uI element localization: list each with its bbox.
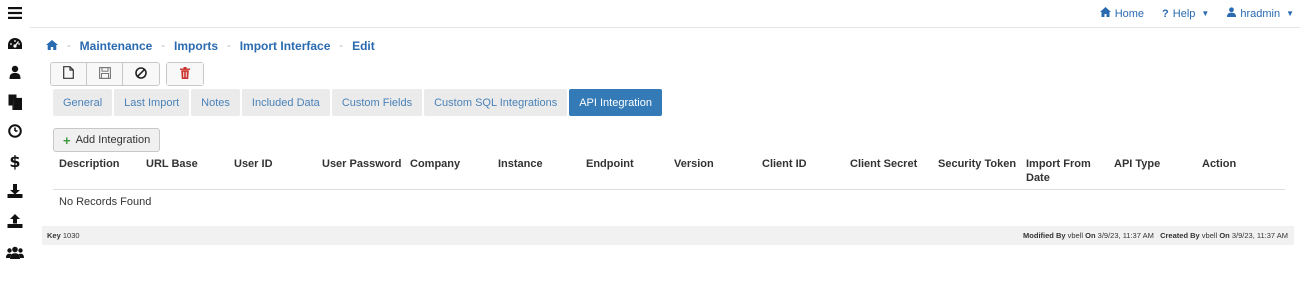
breadcrumb-maintenance[interactable]: Maintenance xyxy=(80,39,153,53)
cancel-icon xyxy=(135,66,147,82)
download-icon[interactable] xyxy=(6,182,24,200)
group-icon[interactable] xyxy=(6,243,24,261)
breadcrumb-edit[interactable]: Edit xyxy=(352,39,375,53)
key-label: Key xyxy=(47,231,61,240)
clock-icon[interactable] xyxy=(6,122,24,140)
sidebar: $ xyxy=(0,0,30,289)
column-header-url-base[interactable]: URL Base xyxy=(146,157,198,171)
home-icon[interactable] xyxy=(46,39,58,53)
dollar-icon[interactable]: $ xyxy=(6,152,24,171)
created-on-label: On xyxy=(1219,231,1230,240)
table-header: Description URL Base User ID User Passwo… xyxy=(53,156,1285,190)
record-key: Key 1030 xyxy=(47,231,80,240)
tab-last-import[interactable]: Last Import xyxy=(114,89,190,116)
user-icon[interactable] xyxy=(6,63,24,81)
column-header-endpoint[interactable]: Endpoint xyxy=(586,157,634,171)
record-toolbar xyxy=(50,62,204,86)
column-header-instance[interactable]: Instance xyxy=(498,157,543,171)
tab-notes[interactable]: Notes xyxy=(191,89,240,116)
save-icon xyxy=(98,66,111,82)
modified-by-label: Modified By xyxy=(1023,231,1066,240)
breadcrumb: - Maintenance - Imports - Import Interfa… xyxy=(46,39,375,53)
home-link-label: Home xyxy=(1114,7,1145,20)
cancel-button[interactable] xyxy=(123,63,159,85)
dashboard-icon[interactable] xyxy=(6,35,24,53)
user-menu-label: hradmin xyxy=(1240,7,1281,20)
column-header-version[interactable]: Version xyxy=(674,157,714,171)
upload-icon[interactable] xyxy=(6,212,24,230)
delete-group xyxy=(166,62,204,86)
tab-bar: General Last Import Notes Included Data … xyxy=(53,89,662,116)
documents-icon[interactable] xyxy=(6,93,24,111)
column-header-client-id[interactable]: Client ID xyxy=(762,157,807,171)
tab-included-data[interactable]: Included Data xyxy=(241,89,330,116)
new-document-icon xyxy=(63,66,74,82)
tab-api-integration[interactable]: API Integration xyxy=(569,89,662,116)
help-menu-label: Help xyxy=(1172,7,1196,20)
record-actions-group xyxy=(50,62,160,86)
add-integration-label: Add Integration xyxy=(75,134,151,146)
modified-on-value: 3/9/23, 11:37 AM xyxy=(1097,231,1154,240)
user-menu[interactable]: hradmin ▼ xyxy=(1227,7,1294,20)
breadcrumb-separator: - xyxy=(339,40,344,52)
breadcrumb-imports[interactable]: Imports xyxy=(174,39,218,53)
column-header-description[interactable]: Description xyxy=(59,157,120,171)
breadcrumb-import-interface[interactable]: Import Interface xyxy=(240,39,331,53)
question-icon: ? xyxy=(1162,7,1169,20)
help-menu[interactable]: ? Help ▼ xyxy=(1162,7,1209,20)
modified-on-label: On xyxy=(1085,231,1096,240)
tab-custom-sql-integrations[interactable]: Custom SQL Integrations xyxy=(424,89,568,116)
empty-table-message: No Records Found xyxy=(59,196,152,208)
column-header-api-type[interactable]: API Type xyxy=(1114,157,1160,171)
column-header-company[interactable]: Company xyxy=(410,157,460,171)
save-button[interactable] xyxy=(87,63,123,85)
chevron-down-icon: ▼ xyxy=(1201,9,1210,18)
home-icon xyxy=(1099,7,1111,20)
chevron-down-icon: ▼ xyxy=(1286,9,1294,18)
column-header-security-token[interactable]: Security Token xyxy=(938,157,1016,171)
modified-user: vbell xyxy=(1067,231,1084,240)
column-header-user-id[interactable]: User ID xyxy=(234,157,273,171)
breadcrumb-separator: - xyxy=(67,40,71,52)
breadcrumb-separator: - xyxy=(227,40,231,52)
hamburger-menu-icon[interactable] xyxy=(6,4,24,22)
column-header-client-secret[interactable]: Client Secret xyxy=(850,157,917,171)
home-link[interactable]: Home xyxy=(1099,7,1145,20)
user-icon xyxy=(1227,7,1237,20)
top-navbar: Home ? Help ▼ hradmin ▼ xyxy=(30,0,1300,28)
tab-general[interactable]: General xyxy=(53,89,113,116)
integrations-table: Description URL Base User ID User Passwo… xyxy=(53,156,1285,208)
created-on-value: 3/9/23, 11:37 AM xyxy=(1231,231,1288,240)
breadcrumb-separator: - xyxy=(161,40,166,52)
column-header-action: Action xyxy=(1202,158,1237,170)
trash-icon xyxy=(180,66,190,82)
top-nav-links: Home ? Help ▼ hradmin ▼ xyxy=(1099,7,1294,20)
key-value: 1030 xyxy=(62,231,80,240)
column-header-import-from-date[interactable]: Import From Date xyxy=(1026,157,1096,185)
created-by-label: Created By xyxy=(1160,231,1200,240)
column-header-user-password[interactable]: User Password xyxy=(322,157,401,171)
created-user: vbell xyxy=(1201,231,1218,240)
new-button[interactable] xyxy=(51,63,87,85)
tab-custom-fields[interactable]: Custom Fields xyxy=(331,89,423,116)
audit-info: Modified By vbell On 3/9/23, 11:37 AM Cr… xyxy=(1023,231,1288,240)
plus-icon: + xyxy=(63,132,71,148)
record-footer: Key 1030 Modified By vbell On 3/9/23, 11… xyxy=(42,226,1294,245)
add-integration-button[interactable]: + Add Integration xyxy=(53,128,161,152)
delete-button[interactable] xyxy=(167,63,203,85)
